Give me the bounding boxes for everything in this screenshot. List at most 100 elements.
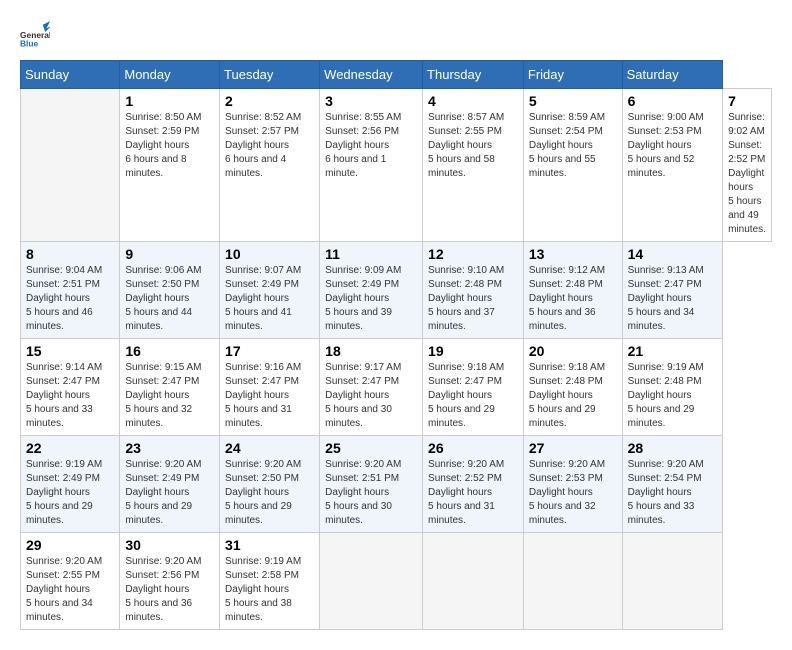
calendar-week: 15 Sunrise: 9:14 AMSunset: 2:47 PMDaylig… [21,339,772,436]
day-info: Sunrise: 9:14 AMSunset: 2:47 PMDaylight … [26,361,114,431]
weekday-header: Thursday [423,61,524,89]
calendar-cell: 31 Sunrise: 9:19 AMSunset: 2:58 PMDaylig… [220,533,320,630]
weekday-header: Wednesday [320,61,423,89]
day-info: Sunrise: 9:20 AMSunset: 2:49 PMDaylight … [125,458,214,528]
day-info: Sunrise: 9:16 AMSunset: 2:47 PMDaylight … [225,361,314,431]
calendar-week: 22 Sunrise: 9:19 AMSunset: 2:49 PMDaylig… [21,436,772,533]
calendar-cell: 12 Sunrise: 9:10 AMSunset: 2:48 PMDaylig… [423,242,524,339]
calendar-cell: 27 Sunrise: 9:20 AMSunset: 2:53 PMDaylig… [523,436,622,533]
day-number: 4 [428,93,518,109]
header: General Blue [20,20,772,50]
calendar-cell: 23 Sunrise: 9:20 AMSunset: 2:49 PMDaylig… [120,436,220,533]
day-number: 12 [428,246,518,262]
day-number: 15 [26,343,114,359]
day-info: Sunrise: 9:20 AMSunset: 2:53 PMDaylight … [529,458,617,528]
calendar-cell: 19 Sunrise: 9:18 AMSunset: 2:47 PMDaylig… [423,339,524,436]
weekday-header: Tuesday [220,61,320,89]
day-number: 3 [325,93,417,109]
svg-text:Blue: Blue [20,38,39,48]
calendar-cell: 22 Sunrise: 9:19 AMSunset: 2:49 PMDaylig… [21,436,120,533]
day-number: 25 [325,440,417,456]
day-info: Sunrise: 9:06 AMSunset: 2:50 PMDaylight … [125,264,214,334]
day-number: 23 [125,440,214,456]
calendar-cell: 26 Sunrise: 9:20 AMSunset: 2:52 PMDaylig… [423,436,524,533]
day-info: Sunrise: 9:20 AMSunset: 2:55 PMDaylight … [26,555,114,625]
calendar-cell: 10 Sunrise: 9:07 AMSunset: 2:49 PMDaylig… [220,242,320,339]
day-info: Sunrise: 9:20 AMSunset: 2:52 PMDaylight … [428,458,518,528]
calendar-cell: 25 Sunrise: 9:20 AMSunset: 2:51 PMDaylig… [320,436,423,533]
calendar-cell: 16 Sunrise: 9:15 AMSunset: 2:47 PMDaylig… [120,339,220,436]
day-info: Sunrise: 9:04 AMSunset: 2:51 PMDaylight … [26,264,114,334]
day-number: 27 [529,440,617,456]
calendar-cell: 5 Sunrise: 8:59 AMSunset: 2:54 PMDayligh… [523,89,622,242]
day-info: Sunrise: 9:20 AMSunset: 2:51 PMDaylight … [325,458,417,528]
day-info: Sunrise: 9:18 AMSunset: 2:48 PMDaylight … [529,361,617,431]
calendar-week: 29 Sunrise: 9:20 AMSunset: 2:55 PMDaylig… [21,533,772,630]
calendar-cell: 8 Sunrise: 9:04 AMSunset: 2:51 PMDayligh… [21,242,120,339]
day-number: 21 [628,343,718,359]
day-number: 2 [225,93,314,109]
calendar-cell: 21 Sunrise: 9:19 AMSunset: 2:48 PMDaylig… [622,339,723,436]
day-number: 14 [628,246,718,262]
day-number: 18 [325,343,417,359]
day-info: Sunrise: 8:55 AMSunset: 2:56 PMDaylight … [325,111,417,181]
day-number: 11 [325,246,417,262]
calendar-cell [21,89,120,242]
day-number: 7 [728,93,766,109]
calendar-cell: 7 Sunrise: 9:02 AMSunset: 2:52 PMDayligh… [723,89,772,242]
calendar-table: SundayMondayTuesdayWednesdayThursdayFrid… [20,60,772,630]
day-number: 17 [225,343,314,359]
calendar-cell: 14 Sunrise: 9:13 AMSunset: 2:47 PMDaylig… [622,242,723,339]
calendar-cell: 17 Sunrise: 9:16 AMSunset: 2:47 PMDaylig… [220,339,320,436]
day-info: Sunrise: 9:19 AMSunset: 2:48 PMDaylight … [628,361,718,431]
weekday-header: Friday [523,61,622,89]
calendar-cell: 3 Sunrise: 8:55 AMSunset: 2:56 PMDayligh… [320,89,423,242]
day-number: 30 [125,537,214,553]
calendar-cell: 9 Sunrise: 9:06 AMSunset: 2:50 PMDayligh… [120,242,220,339]
day-info: Sunrise: 9:12 AMSunset: 2:48 PMDaylight … [529,264,617,334]
header-row: SundayMondayTuesdayWednesdayThursdayFrid… [21,61,772,89]
calendar-cell: 28 Sunrise: 9:20 AMSunset: 2:54 PMDaylig… [622,436,723,533]
calendar-cell: 29 Sunrise: 9:20 AMSunset: 2:55 PMDaylig… [21,533,120,630]
day-number: 19 [428,343,518,359]
day-number: 28 [628,440,718,456]
calendar-cell: 1 Sunrise: 8:50 AMSunset: 2:59 PMDayligh… [120,89,220,242]
weekday-header: Monday [120,61,220,89]
day-info: Sunrise: 9:10 AMSunset: 2:48 PMDaylight … [428,264,518,334]
calendar-cell: 20 Sunrise: 9:18 AMSunset: 2:48 PMDaylig… [523,339,622,436]
day-info: Sunrise: 9:09 AMSunset: 2:49 PMDaylight … [325,264,417,334]
weekday-header: Sunday [21,61,120,89]
day-info: Sunrise: 9:20 AMSunset: 2:50 PMDaylight … [225,458,314,528]
calendar-cell [523,533,622,630]
day-info: Sunrise: 9:15 AMSunset: 2:47 PMDaylight … [125,361,214,431]
calendar-cell: 18 Sunrise: 9:17 AMSunset: 2:47 PMDaylig… [320,339,423,436]
calendar-cell: 15 Sunrise: 9:14 AMSunset: 2:47 PMDaylig… [21,339,120,436]
day-info: Sunrise: 8:52 AMSunset: 2:57 PMDaylight … [225,111,314,181]
calendar-cell: 11 Sunrise: 9:09 AMSunset: 2:49 PMDaylig… [320,242,423,339]
logo: General Blue [20,20,50,50]
day-number: 9 [125,246,214,262]
day-number: 16 [125,343,214,359]
day-info: Sunrise: 9:18 AMSunset: 2:47 PMDaylight … [428,361,518,431]
day-number: 26 [428,440,518,456]
calendar-cell: 24 Sunrise: 9:20 AMSunset: 2:50 PMDaylig… [220,436,320,533]
calendar-cell: 30 Sunrise: 9:20 AMSunset: 2:56 PMDaylig… [120,533,220,630]
day-number: 8 [26,246,114,262]
day-info: Sunrise: 8:59 AMSunset: 2:54 PMDaylight … [529,111,617,181]
calendar-cell: 13 Sunrise: 9:12 AMSunset: 2:48 PMDaylig… [523,242,622,339]
day-number: 6 [628,93,718,109]
day-number: 13 [529,246,617,262]
day-number: 29 [26,537,114,553]
calendar-cell: 4 Sunrise: 8:57 AMSunset: 2:55 PMDayligh… [423,89,524,242]
day-info: Sunrise: 9:19 AMSunset: 2:58 PMDaylight … [225,555,314,625]
calendar-cell: 6 Sunrise: 9:00 AMSunset: 2:53 PMDayligh… [622,89,723,242]
calendar-cell [622,533,723,630]
calendar-week: 8 Sunrise: 9:04 AMSunset: 2:51 PMDayligh… [21,242,772,339]
day-info: Sunrise: 8:57 AMSunset: 2:55 PMDaylight … [428,111,518,181]
day-number: 10 [225,246,314,262]
calendar-cell [423,533,524,630]
day-number: 22 [26,440,114,456]
day-number: 1 [125,93,214,109]
day-number: 20 [529,343,617,359]
day-number: 24 [225,440,314,456]
